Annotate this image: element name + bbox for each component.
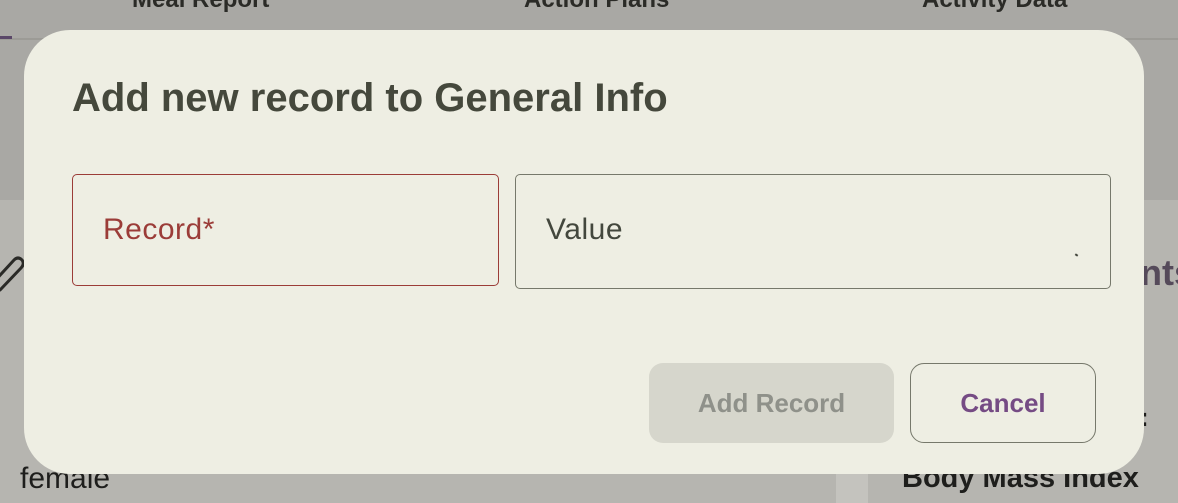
tab-activity-data[interactable]: Activity Data [922,0,1067,14]
record-field[interactable]: Record* [72,174,499,286]
tab-meal-report[interactable]: Meal Report [132,0,269,14]
value-field-label: Value [546,213,624,246]
tab-action-plans[interactable]: Action Plans [524,0,669,14]
section-heading: nts [1140,252,1178,293]
add-record-dialog: Add new record to General Info Record* V… [24,30,1144,474]
cancel-button[interactable]: Cancel [910,363,1096,443]
dialog-title: Add new record to General Info [72,76,668,120]
value-field[interactable]: Value [515,174,1111,289]
record-field-label: Record* [103,213,215,246]
edit-icon[interactable] [0,250,24,294]
add-record-button[interactable]: Add Record [649,363,894,443]
tab-active-indicator [0,36,12,39]
resize-handle-icon[interactable] [1074,253,1079,257]
